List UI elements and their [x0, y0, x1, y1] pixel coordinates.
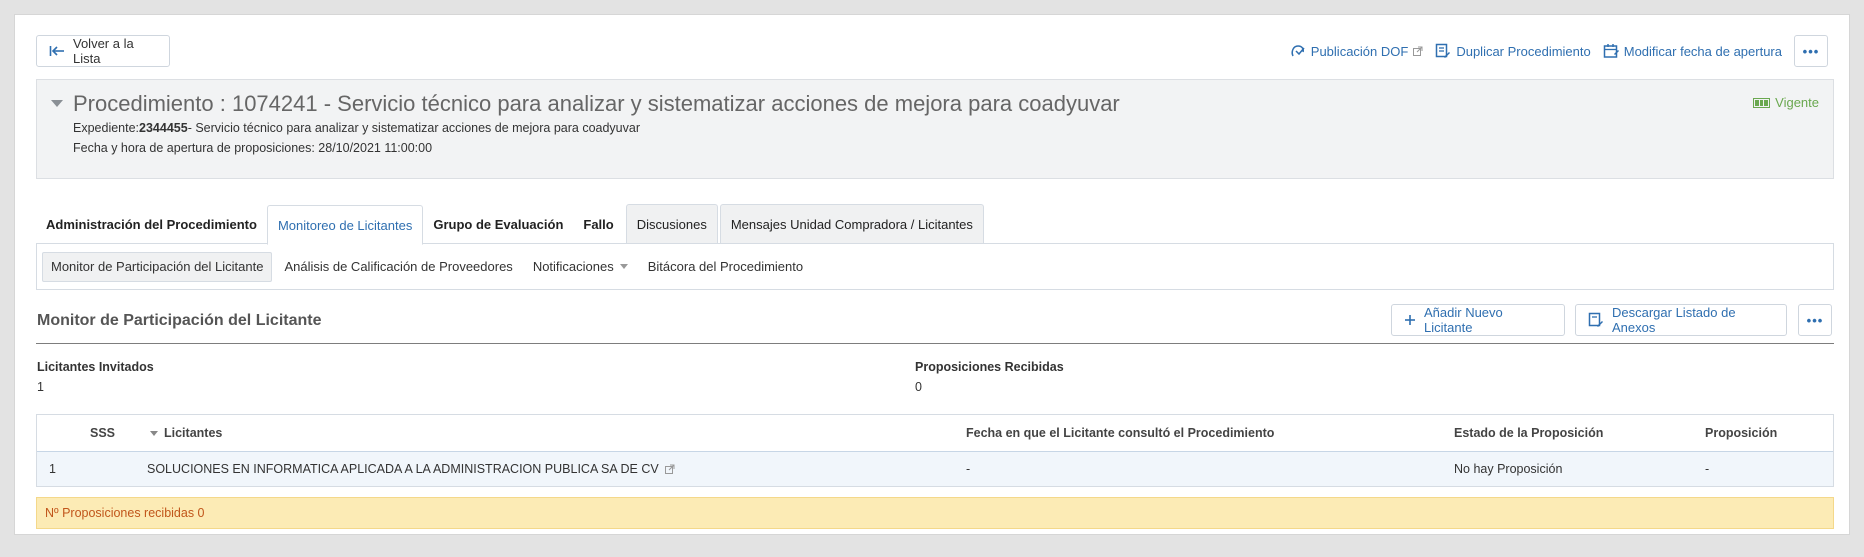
- add-licitante-button[interactable]: Añadir Nuevo Licitante: [1391, 304, 1565, 336]
- subtab-notificaciones-label: Notificaciones: [532, 259, 614, 274]
- proposals-warning: Nº Proposiciones recibidas 0: [36, 497, 1834, 529]
- top-toolbar: Volver a la Lista Publicación DOF Duplic…: [36, 35, 1828, 67]
- sub-tabs: Monitor de Participación del Licitante A…: [36, 243, 1834, 290]
- column-licitantes-label: Licitantes: [164, 426, 223, 440]
- add-licitante-label: Añadir Nuevo Licitante: [1424, 305, 1503, 335]
- received-label: Proposiciones Recibidas: [915, 360, 1064, 374]
- table-header: SSS Licitantes Fecha en que el Licitante…: [37, 415, 1833, 452]
- external-link-icon: [1413, 46, 1423, 56]
- back-arrow-icon: [49, 45, 65, 57]
- opening-date: Fecha y hora de apertura de proposicione…: [73, 141, 433, 155]
- expediente-line: Expediente:2344455- Servicio técnico par…: [73, 121, 640, 135]
- plus-icon: [1404, 314, 1416, 326]
- cell-proposicion: -: [1705, 462, 1710, 476]
- publicacion-dof-link[interactable]: Publicación DOF: [1290, 43, 1424, 59]
- duplicar-procedimiento-label: Duplicar Procedimiento: [1456, 43, 1591, 59]
- invited-value: 1: [37, 380, 44, 394]
- top-actions: Publicación DOF Duplicar Procedimiento M…: [1290, 35, 1828, 67]
- column-estado[interactable]: Estado de la Proposición: [1454, 426, 1603, 440]
- licitante-name: SOLUCIONES EN INFORMATICA APLICADA A LA …: [147, 462, 659, 476]
- subtab-notificaciones[interactable]: Notificaciones: [525, 252, 636, 282]
- back-to-list-button[interactable]: Volver a la Lista: [36, 35, 170, 67]
- tab-administracion[interactable]: Administración del Procedimiento: [36, 204, 267, 244]
- cell-fecha-consulta: -: [966, 462, 971, 476]
- cell-estado: No hay Proposición: [1454, 462, 1563, 476]
- download-annexes-label: Descargar Listado de Anexos: [1612, 305, 1736, 335]
- tab-discusiones[interactable]: Discusiones: [625, 204, 718, 244]
- section-divider: [36, 343, 1834, 344]
- procedure-header: Procedimiento : 1074241 - Servicio técni…: [36, 79, 1834, 179]
- sort-caret-icon: [150, 431, 158, 437]
- received-value: 0: [915, 380, 922, 394]
- column-sss[interactable]: SSS: [90, 426, 115, 440]
- back-label: Volver a la Lista: [73, 36, 134, 66]
- download-list-icon: [1588, 312, 1604, 328]
- column-licitantes[interactable]: Licitantes: [150, 426, 222, 440]
- more-options-button[interactable]: •••: [1794, 35, 1828, 67]
- download-annexes-button[interactable]: Descargar Listado de Anexos: [1575, 304, 1787, 336]
- expediente-label: Expediente:: [73, 121, 140, 135]
- main-card: Volver a la Lista Publicación DOF Duplic…: [14, 14, 1850, 535]
- status-badge: Vigente: [1753, 95, 1819, 110]
- column-fecha-consulta[interactable]: Fecha en que el Licitante consultó el Pr…: [966, 426, 1274, 440]
- calendar-edit-icon: [1603, 43, 1619, 59]
- column-proposicion[interactable]: Proposición: [1705, 426, 1777, 440]
- modificar-fecha-label: Modificar fecha de apertura: [1623, 43, 1782, 59]
- section-title: Monitor de Participación del Licitante: [37, 312, 322, 329]
- expediente-number: 2344455: [139, 121, 188, 135]
- cell-index: 1: [49, 462, 56, 476]
- subtab-monitor[interactable]: Monitor de Participación del Licitante: [42, 251, 273, 282]
- collapse-caret-icon[interactable]: [51, 100, 63, 107]
- tab-monitoreo[interactable]: Monitoreo de Licitantes: [266, 205, 424, 245]
- status-label: Vigente: [1775, 95, 1819, 110]
- procedure-title: Procedimiento : 1074241 - Servicio técni…: [73, 91, 1120, 116]
- dropdown-caret-icon: [619, 264, 628, 269]
- table-row[interactable]: 1 SOLUCIONES EN INFORMATICA APLICADA A L…: [37, 452, 1833, 486]
- licitantes-table: SSS Licitantes Fecha en que el Licitante…: [36, 414, 1834, 487]
- section-more-button[interactable]: •••: [1798, 304, 1832, 336]
- duplicate-icon: [1435, 43, 1451, 59]
- publicacion-dof-label: Publicación DOF: [1310, 43, 1409, 59]
- tab-mensajes[interactable]: Mensajes Unidad Compradora / Licitantes: [719, 204, 984, 244]
- subtab-bitacora[interactable]: Bitácora del Procedimiento: [640, 252, 811, 282]
- modificar-fecha-link[interactable]: Modificar fecha de apertura: [1603, 43, 1782, 59]
- main-tabs: Administración del Procedimiento Monitor…: [36, 204, 984, 245]
- publish-icon: [1290, 43, 1306, 59]
- duplicar-procedimiento-link[interactable]: Duplicar Procedimiento: [1435, 43, 1591, 59]
- subtab-analisis[interactable]: Análisis de Calificación de Proveedores: [276, 252, 520, 282]
- invited-label: Licitantes Invitados: [37, 360, 154, 374]
- tab-grupo-evaluacion[interactable]: Grupo de Evaluación: [423, 204, 573, 244]
- external-link-icon[interactable]: [664, 464, 675, 474]
- expediente-description: - Servicio técnico para analizar y siste…: [187, 121, 640, 135]
- tab-fallo[interactable]: Fallo: [573, 204, 623, 244]
- battery-icon: [1753, 97, 1771, 108]
- cell-licitante[interactable]: SOLUCIONES EN INFORMATICA APLICADA A LA …: [147, 462, 675, 476]
